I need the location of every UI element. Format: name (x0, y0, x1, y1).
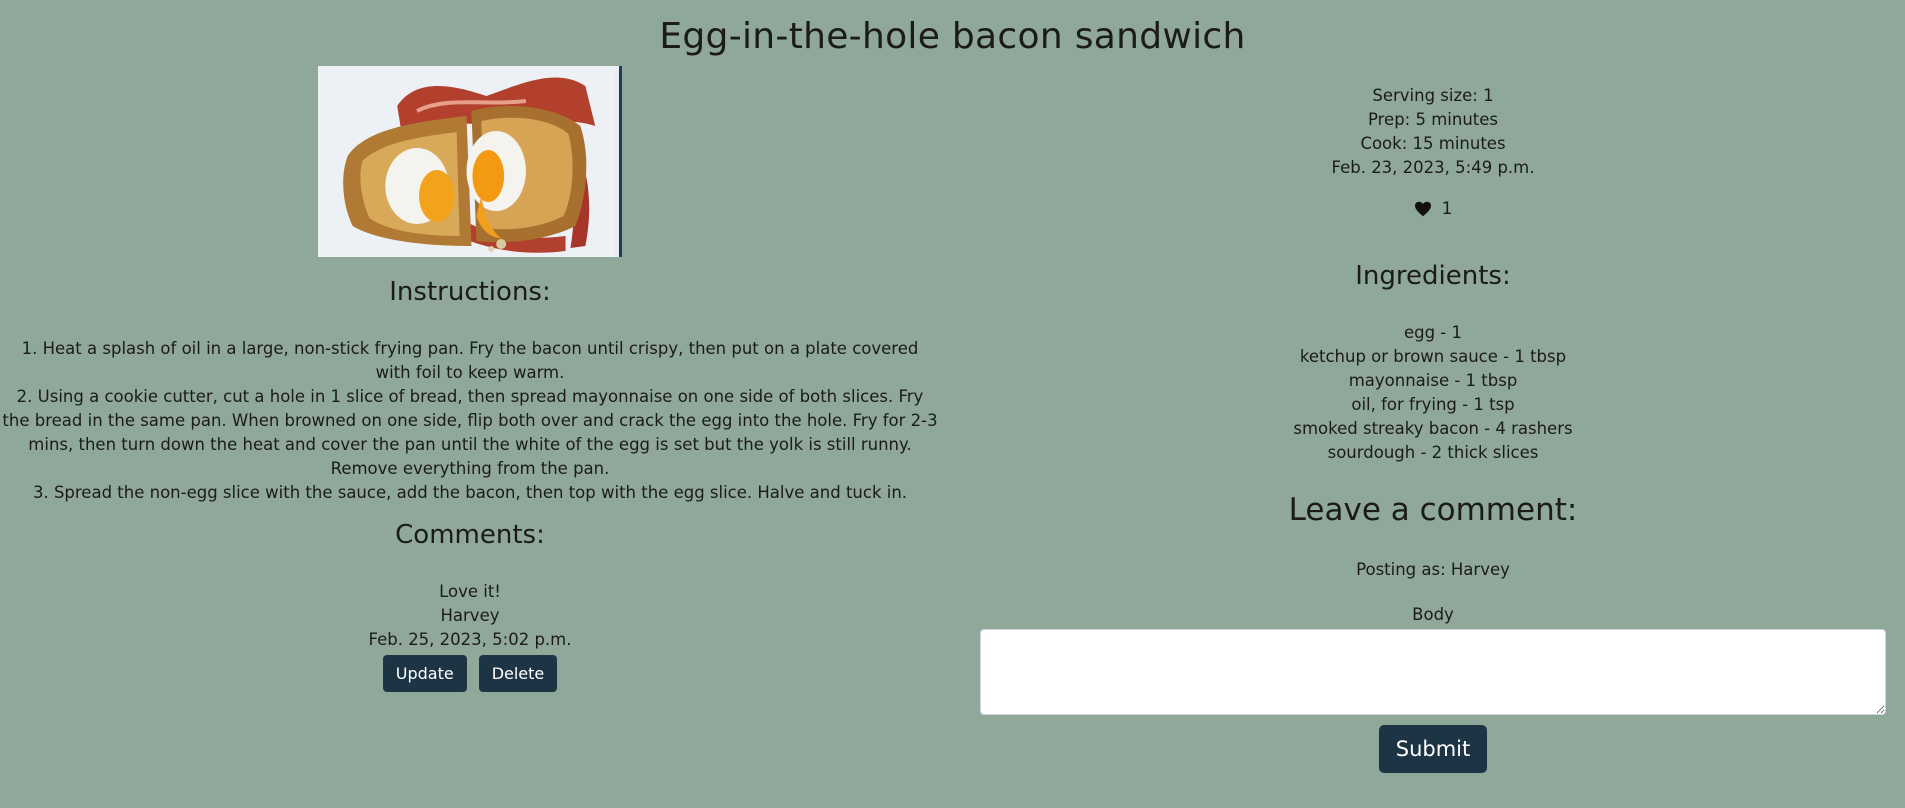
instruction-step: 3. Spread the non-egg slice with the sau… (32, 483, 908, 502)
instruction-step: 1. Heat a splash of oil in a large, non-… (21, 339, 919, 382)
body-label: Body (1412, 605, 1454, 624)
ingredients-list: egg - 1 ketchup or brown sauce - 1 tbsp … (980, 321, 1886, 465)
like-control[interactable]: 1 (980, 197, 1886, 221)
comment-form: Posting as: Harvey Body Submit (980, 558, 1886, 773)
comment-body: Love it! (439, 582, 501, 601)
heart-icon-graphic (1414, 201, 1431, 217)
recipe-main-column: Instructions: 1. Heat a splash of oil in… (0, 66, 940, 692)
instructions-heading: Instructions: (389, 277, 551, 307)
ingredient-item: mayonnaise - 1 tbsp (1348, 371, 1518, 390)
comment-body-textarea[interactable] (980, 629, 1886, 715)
serving-size: Serving size: 1 (1372, 86, 1494, 105)
posting-as-label: Posting as: Harvey (1356, 560, 1510, 579)
update-comment-button[interactable]: Update (382, 655, 467, 692)
created-date: Feb. 23, 2023, 5:49 p.m. (1331, 158, 1535, 177)
heart-icon[interactable] (1414, 201, 1432, 217)
comment-date: Feb. 25, 2023, 5:02 p.m. (368, 630, 572, 649)
prep-time: Prep: 5 minutes (1367, 110, 1499, 129)
comments-heading: Comments: (395, 520, 545, 550)
recipe-image (318, 66, 622, 257)
comment-actions: Update Delete (0, 652, 940, 692)
ingredient-item: ketchup or brown sauce - 1 tbsp (1299, 347, 1567, 366)
ingredient-item: oil, for frying - 1 tsp (1351, 395, 1515, 414)
leave-comment-heading: Leave a comment: (1288, 492, 1578, 528)
comment-author: Harvey (440, 606, 500, 625)
instructions-list: 1. Heat a splash of oil in a large, non-… (0, 337, 940, 505)
ingredient-item: egg - 1 (1403, 323, 1463, 342)
ingredient-item: sourdough - 2 thick slices (1327, 443, 1539, 462)
submit-comment-button[interactable]: Submit (1378, 725, 1488, 773)
ingredients-heading: Ingredients: (1355, 261, 1511, 291)
like-count: 1 (1441, 199, 1453, 219)
comment-item: Love it! Harvey Feb. 25, 2023, 5:02 p.m.… (0, 580, 940, 692)
recipe-side-column: Serving size: 1 Prep: 5 minutes Cook: 15… (980, 84, 1886, 773)
page-title: Egg-in-the-hole bacon sandwich (659, 16, 1246, 57)
cook-time: Cook: 15 minutes (1360, 134, 1506, 153)
instruction-step: 2. Using a cookie cutter, cut a hole in … (2, 387, 938, 478)
delete-comment-button[interactable]: Delete (478, 655, 558, 692)
recipe-photo-illustration (318, 66, 619, 257)
ingredient-item: smoked streaky bacon - 4 rashers (1293, 419, 1573, 438)
recipe-meta: Serving size: 1 Prep: 5 minutes Cook: 15… (980, 84, 1886, 180)
